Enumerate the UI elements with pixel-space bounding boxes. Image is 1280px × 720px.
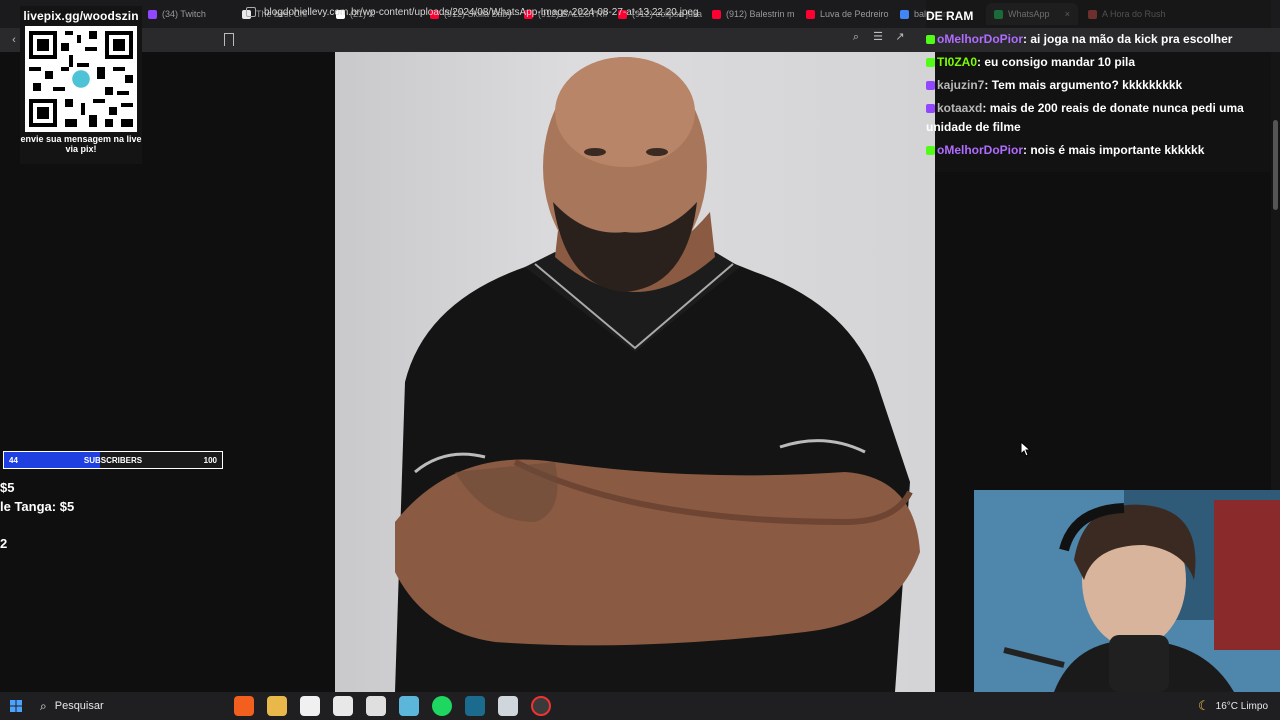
subscriber-goal: 100	[203, 455, 217, 465]
back-icon[interactable]: ‹	[8, 34, 20, 46]
badge-icon	[926, 104, 935, 113]
chat-username[interactable]: kotaaxd	[937, 101, 982, 115]
badge-icon	[926, 81, 935, 90]
browser-tab[interactable]: (34) Twitch	[140, 3, 232, 25]
system-tray: ☾ 16°C Limpo	[1198, 692, 1268, 720]
chat-message: kajuzin7: Tem mais argumento? kkkkkkkkk	[926, 76, 1271, 95]
vegas-icon[interactable]	[465, 696, 485, 716]
taskbar: ⌕ Pesquisar ☾ 16°C Limpo	[0, 692, 1280, 720]
chat-username[interactable]: oMelhorDoPior	[937, 143, 1023, 157]
site-info-icon[interactable]	[246, 7, 256, 17]
chat-header-message: DE RAM	[926, 0, 1271, 28]
donation-goals: $5 le Tanga: $5 2	[0, 478, 74, 553]
qr-code	[25, 26, 137, 132]
livepix-url: livepix.gg/woodszin	[23, 9, 139, 23]
chat-message: oMelhorDoPior: ai joga na mão da kick pr…	[926, 30, 1271, 49]
reader-icon[interactable]: ☰	[872, 31, 884, 43]
badge-icon	[926, 58, 935, 67]
opened-image	[335, 52, 935, 692]
weather-text[interactable]: 16°C Limpo	[1216, 701, 1268, 712]
chat-text: : Tem mais argumento? kkkkkkkkk	[984, 78, 1183, 92]
chat-text: : ai joga na mão da kick pra escolher	[1023, 32, 1233, 46]
app-icon[interactable]	[498, 696, 518, 716]
address-bar-actions: ⌕ ☰ ↗	[850, 31, 906, 43]
taskbar-apps	[234, 696, 551, 716]
search-label: Pesquisar	[54, 700, 104, 712]
chat-message: TI0ZA0: eu consigo mandar 10 pila	[926, 53, 1271, 72]
zoom-icon[interactable]: ⌕	[850, 31, 862, 43]
livepix-caption: envie sua mensagem na live via pix!	[20, 134, 142, 154]
chat-text: : nois é mais importante kkkkkk	[1023, 143, 1205, 157]
livepix-widget: livepix.gg/woodszin envie sua mensagem n…	[20, 6, 142, 164]
bookmark-icon[interactable]	[224, 33, 234, 46]
chat-text: : eu consigo mandar 10 pila	[977, 55, 1136, 69]
chat-username[interactable]: TI0ZA0	[937, 55, 977, 69]
chat-message: oMelhorDoPior: nois é mais importante kk…	[926, 141, 1271, 160]
file-explorer-icon[interactable]	[267, 696, 287, 716]
share-icon[interactable]: ↗	[894, 31, 906, 43]
goal-line: 2	[0, 536, 8, 551]
brave-icon[interactable]	[234, 696, 254, 716]
webcam-feed	[974, 490, 1280, 692]
capcut-icon[interactable]	[333, 696, 353, 716]
chat-message: kotaaxd: mais de 200 reais de donate nun…	[926, 99, 1271, 137]
scrollbar-thumb[interactable]	[1273, 120, 1278, 210]
editor-icon[interactable]	[366, 696, 386, 716]
notepad-icon[interactable]	[300, 696, 320, 716]
badge-icon	[926, 35, 935, 44]
chat-username[interactable]: oMelhorDoPior	[937, 32, 1023, 46]
weather-icon[interactable]: ☾	[1198, 698, 1210, 714]
stream-screen: (34) Twitch The best Chi (21) X (912) Skill…	[0, 0, 1280, 720]
chat-header-text: DE RAM	[926, 9, 974, 23]
tab-favicon-icon	[148, 9, 157, 19]
url-text: blogdohiellevy.com.br/wp-content/uploads…	[264, 6, 699, 18]
obs-icon[interactable]	[531, 696, 551, 716]
goal-line: $5	[0, 480, 15, 495]
search-icon: ⌕	[40, 698, 47, 713]
windows-start-icon[interactable]	[10, 700, 22, 712]
goal-line: le Tanga: $5	[0, 499, 75, 514]
taskbar-search[interactable]: ⌕ Pesquisar	[40, 692, 104, 720]
tab-label: (34) Twitch	[162, 9, 206, 19]
mouse-cursor-icon	[1020, 441, 1032, 457]
subscriber-label: SUBSCRIBERS	[83, 455, 143, 465]
chat-username[interactable]: kajuzin7	[937, 78, 984, 92]
address-bar[interactable]: blogdohiellevy.com.br/wp-content/uploads…	[246, 3, 916, 21]
app-icon[interactable]	[399, 696, 419, 716]
spotify-icon[interactable]	[432, 696, 452, 716]
badge-icon	[926, 146, 935, 155]
subscriber-goal-bar: 44 SUBSCRIBERS 100	[3, 451, 223, 469]
